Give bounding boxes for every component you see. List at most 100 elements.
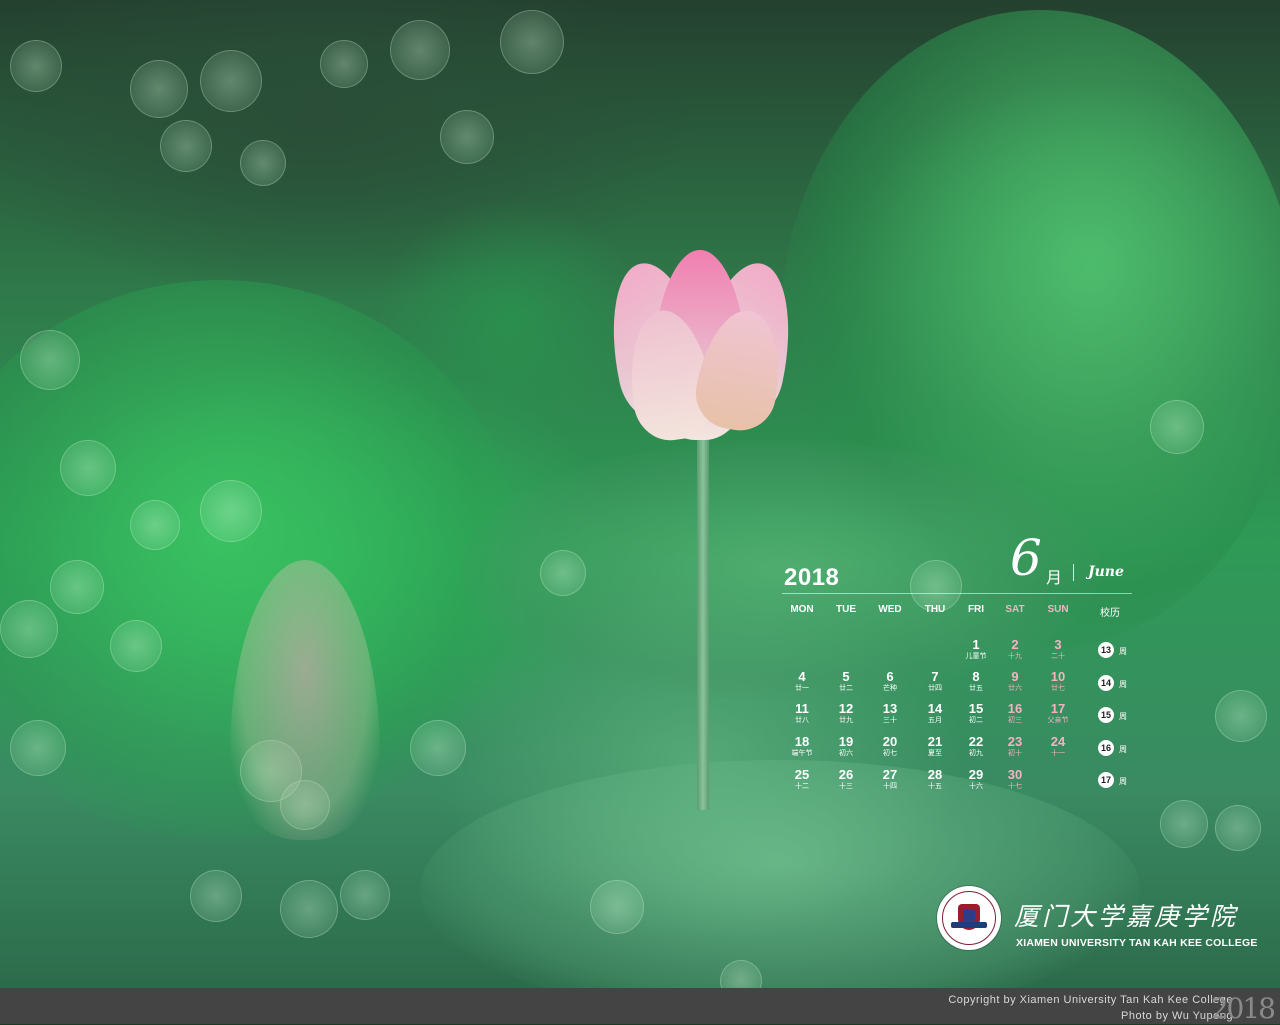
lunar-date: 初六 xyxy=(839,750,853,757)
term-week-suffix: 周 xyxy=(1119,777,1127,786)
calendar-day: 3 二十 xyxy=(1036,637,1080,661)
lunar-date: 儿童节 xyxy=(965,653,987,660)
bokeh-light xyxy=(130,60,188,118)
footer-year: 2018 xyxy=(1210,992,1276,1025)
day-number: 12 xyxy=(838,701,854,716)
day-number: 7 xyxy=(931,669,939,684)
bokeh-light xyxy=(200,480,262,542)
day-number: 11 xyxy=(795,701,809,716)
day-number: 16 xyxy=(1007,701,1023,716)
calendar-day: 20 初七 xyxy=(868,734,912,758)
lunar-date: 十三 xyxy=(839,783,853,790)
lunar-date: 初二 xyxy=(969,717,983,724)
bokeh-light xyxy=(10,720,66,776)
bokeh-light xyxy=(1150,400,1204,454)
college-emblem-icon xyxy=(937,886,1001,950)
term-week-suffix: 周 xyxy=(1119,712,1127,721)
day-number: 8 xyxy=(972,669,980,684)
leaf-shape xyxy=(380,200,640,440)
day-number: 1 xyxy=(972,637,980,652)
term-week-number: 16 xyxy=(1098,739,1114,756)
bokeh-light xyxy=(60,440,116,496)
calendar-day: 6 芒种 xyxy=(868,669,912,693)
lunar-date: 三十 xyxy=(883,717,897,724)
lunar-date: 廿一 xyxy=(795,685,809,692)
term-week: 13 周 xyxy=(1098,642,1138,660)
term-week-number: 15 xyxy=(1098,707,1114,723)
college-name-cn: 厦门大学嘉庚学院 xyxy=(1014,902,1239,931)
calendar-day: 29 十六 xyxy=(954,767,998,791)
leaf-shape xyxy=(420,760,1140,988)
bokeh-light xyxy=(540,550,586,596)
calendar-day: 1 儿童节 xyxy=(954,637,998,661)
calendar-month-cn: 月 xyxy=(1046,570,1063,587)
calendar-day: 17 父亲节 xyxy=(1036,701,1080,725)
day-number: 10 xyxy=(1050,669,1066,684)
day-number: 13 xyxy=(882,701,898,716)
bokeh-light xyxy=(410,720,466,776)
day-number: 22 xyxy=(968,734,984,749)
calendar-divider xyxy=(1073,564,1074,581)
lunar-date: 父亲节 xyxy=(1047,717,1069,724)
lunar-date: 五月 xyxy=(928,717,942,724)
bokeh-light xyxy=(280,880,338,938)
bokeh-light xyxy=(1215,690,1267,742)
calendar-day: 11 廿八 xyxy=(780,701,824,725)
lunar-date: 十四 xyxy=(883,783,897,790)
calendar-month-number: 6 xyxy=(1010,529,1042,587)
college-name-en: XIAMEN UNIVERSITY TAN KAH KEE COLLEGE xyxy=(1016,937,1258,949)
lunar-date: 端午节 xyxy=(791,750,813,757)
calendar-month-en: June xyxy=(1088,564,1124,580)
lunar-date: 十二 xyxy=(795,783,809,790)
lunar-date: 初十 xyxy=(1008,750,1022,757)
calendar-day: 26 十三 xyxy=(824,767,868,791)
lunar-date: 初三 xyxy=(1008,717,1022,724)
calendar-day: 4 廿一 xyxy=(780,669,824,693)
bokeh-light xyxy=(50,560,104,614)
calendar-day: 19 初六 xyxy=(824,734,868,758)
day-number: 6 xyxy=(886,669,894,684)
lunar-date: 十六 xyxy=(969,783,983,790)
lunar-date: 十五 xyxy=(928,783,942,790)
day-number: 17 xyxy=(1050,701,1066,716)
bokeh-light xyxy=(440,110,494,164)
day-number: 30 xyxy=(1007,767,1023,782)
calendar-day: 16 初三 xyxy=(993,701,1037,725)
weekday-header-sat: SAT xyxy=(1005,604,1025,615)
lunar-date: 廿七 xyxy=(1051,685,1065,692)
lunar-date: 廿五 xyxy=(969,685,983,692)
day-number: 19 xyxy=(838,734,854,749)
lunar-date: 初七 xyxy=(883,750,897,757)
term-week-number: 13 xyxy=(1098,642,1114,658)
background-photo xyxy=(0,0,1280,988)
term-week-number: 17 xyxy=(1098,772,1114,788)
day-number: 25 xyxy=(794,767,810,782)
weekday-header-wed: WED xyxy=(878,604,902,615)
day-number: 3 xyxy=(1054,637,1062,652)
calendar-day: 12 廿九 xyxy=(824,701,868,725)
day-number: 29 xyxy=(968,767,984,782)
term-week: 14 周 xyxy=(1098,674,1138,693)
day-number: 20 xyxy=(882,734,898,749)
calendar-rule xyxy=(782,593,1132,594)
lunar-date: 芒种 xyxy=(883,685,897,692)
bokeh-light xyxy=(190,870,242,922)
calendar-day: 5 廿二 xyxy=(824,669,868,693)
day-number: 21 xyxy=(927,734,943,749)
term-week-suffix: 周 xyxy=(1119,679,1127,689)
copyright-text: Copyright by Xiamen University Tan Kah K… xyxy=(948,994,1233,1006)
day-number: 2 xyxy=(1011,637,1019,652)
bokeh-light xyxy=(200,50,262,112)
bokeh-light xyxy=(1215,805,1261,851)
term-week: 15 周 xyxy=(1098,707,1138,725)
day-number: 27 xyxy=(882,767,898,782)
day-number: 28 xyxy=(927,767,943,782)
lunar-date: 十一 xyxy=(1051,750,1065,757)
day-number: 5 xyxy=(842,669,850,684)
lunar-date: 十七 xyxy=(1008,783,1022,790)
day-number: 23 xyxy=(1007,734,1023,749)
day-number: 14 xyxy=(927,701,943,716)
term-week-suffix: 周 xyxy=(1119,647,1127,656)
calendar-day: 15 初二 xyxy=(954,701,998,725)
lunar-date: 廿四 xyxy=(928,685,942,692)
